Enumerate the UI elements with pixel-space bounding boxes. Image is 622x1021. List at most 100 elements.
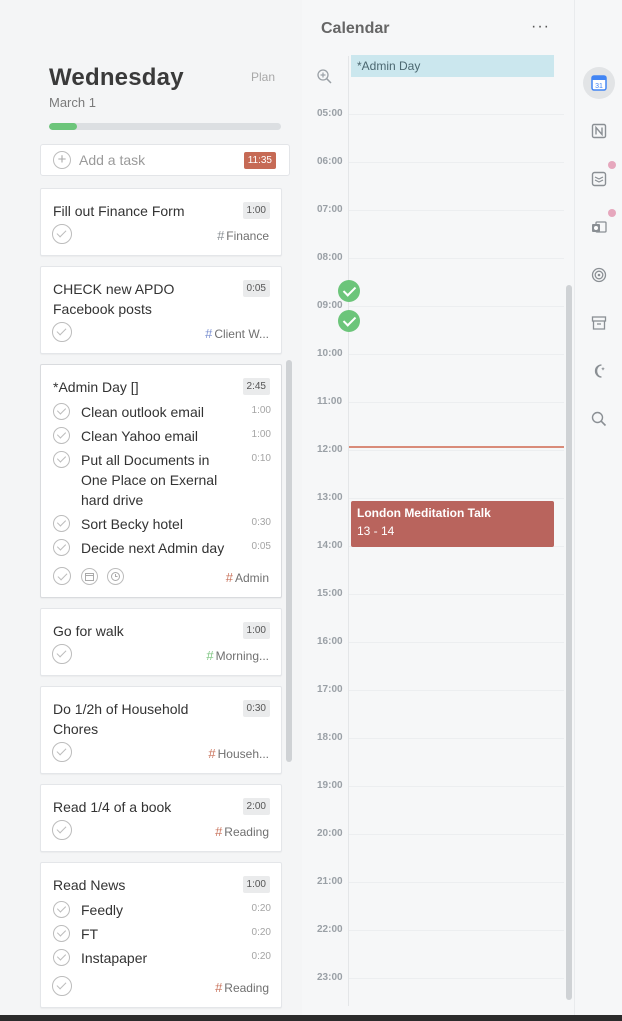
task-card-walk[interactable]: Go for walk 1:00 # Morning... — [40, 608, 282, 676]
add-task-placeholder: Add a task — [79, 152, 146, 168]
complete-check-icon[interactable] — [52, 322, 72, 342]
task-card-chores[interactable]: Do 1/2h of Household Chores 0:30 # Househ… — [40, 686, 282, 774]
task-card-admin-day[interactable]: *Admin Day [] 2:45 Clean outlook email 1… — [40, 364, 282, 598]
day-date: March 1 — [49, 95, 96, 110]
hour-label: 17:00 — [317, 684, 343, 695]
day-progress-fill — [49, 123, 77, 130]
task-tag[interactable]: # Reading — [215, 980, 269, 995]
subtask-duration: 0:20 — [251, 903, 271, 914]
complete-check-icon[interactable] — [52, 644, 72, 664]
hour-label: 20:00 — [317, 828, 343, 839]
hour-gridline — [349, 258, 564, 259]
calendar-event[interactable]: London Meditation Talk 13 - 14 — [351, 501, 554, 547]
hash-icon: # — [217, 228, 225, 243]
task-tag[interactable]: # Admin — [226, 570, 269, 585]
archive-icon[interactable] — [583, 307, 615, 339]
subtask-duration: 1:00 — [251, 405, 271, 416]
hour-label: 14:00 — [317, 540, 343, 551]
notification-dot — [608, 209, 616, 217]
current-time-indicator — [349, 446, 564, 448]
subtask-check-icon[interactable] — [53, 451, 70, 468]
event-time: 13 - 14 — [357, 524, 395, 538]
hour-label: 05:00 — [317, 108, 343, 119]
hour-label: 06:00 — [317, 156, 343, 167]
task-card-apdo[interactable]: CHECK new APDO Facebook posts 0:05 # Clie… — [40, 266, 282, 354]
hour-gridline — [349, 306, 564, 307]
notification-dot — [608, 161, 616, 169]
complete-check-icon[interactable] — [52, 976, 72, 996]
task-list-scrollbar[interactable] — [286, 360, 292, 762]
complete-check-icon[interactable] — [52, 742, 72, 762]
subtask-row[interactable]: Clean outlook email 1:00 — [53, 402, 271, 422]
subtask-row[interactable]: Put all Documents in One Place on Exerna… — [53, 450, 271, 510]
completed-task-marker[interactable] — [338, 280, 360, 302]
subtask-row[interactable]: Sort Becky hotel 0:30 — [53, 514, 271, 534]
task-tag[interactable]: # Reading — [215, 824, 269, 839]
subtask-row[interactable]: FT 0:20 — [53, 924, 271, 944]
subtask-duration: 0:05 — [251, 541, 271, 552]
task-duration: 0:30 — [242, 700, 270, 717]
all-day-event[interactable]: *Admin Day — [351, 55, 554, 77]
event-title: London Meditation Talk — [357, 506, 491, 520]
subtask-check-icon[interactable] — [53, 403, 70, 420]
subtask-label: Clean outlook email — [81, 404, 204, 420]
hour-label: 22:00 — [317, 924, 343, 935]
subtask-check-icon[interactable] — [53, 427, 70, 444]
task-duration: 2:00 — [242, 798, 270, 815]
subtask-label: Instapaper — [81, 950, 148, 966]
hour-label: 12:00 — [317, 444, 343, 455]
task-tag[interactable]: # Morning... — [206, 648, 269, 663]
calendar-gutter-line — [348, 56, 349, 1006]
subtask-check-icon[interactable] — [53, 925, 70, 942]
subtask-duration: 0:30 — [251, 517, 271, 528]
zoom-in-icon[interactable] — [317, 69, 332, 89]
subtask-row[interactable]: Feedly 0:20 — [53, 900, 271, 920]
subtask-check-icon[interactable] — [53, 539, 70, 556]
subtask-row[interactable]: Decide next Admin day 0:05 — [53, 538, 271, 558]
notion-icon[interactable] — [583, 115, 615, 147]
plus-icon: + — [53, 151, 71, 169]
bottom-window-edge — [0, 1015, 622, 1021]
subtask-duration: 0:10 — [251, 453, 271, 464]
task-title: Do 1/2h of Household Chores — [53, 701, 189, 737]
hash-icon: # — [215, 824, 223, 839]
hour-label: 18:00 — [317, 732, 343, 743]
subtask-row[interactable]: Clean Yahoo email 1:00 — [53, 426, 271, 446]
calendar-title: Calendar — [321, 20, 390, 37]
subtask-check-icon[interactable] — [53, 901, 70, 918]
subtask-row[interactable]: Instapaper 0:20 — [53, 948, 271, 968]
schedule-date-icon[interactable] — [81, 568, 98, 585]
day-title: Wednesday — [49, 64, 184, 91]
task-card-book[interactable]: Read 1/4 of a book 2:00 # Reading — [40, 784, 282, 852]
subtask-check-icon[interactable] — [53, 515, 70, 532]
completed-task-marker[interactable] — [338, 310, 360, 332]
google-calendar-icon[interactable]: 31 — [583, 67, 615, 99]
hour-gridline — [349, 450, 564, 451]
hash-icon: # — [208, 746, 216, 761]
hour-gridline — [349, 690, 564, 691]
task-title: Read 1/4 of a book — [53, 799, 172, 815]
subtask-duration: 1:00 — [251, 429, 271, 440]
hour-gridline — [349, 978, 564, 979]
task-tag[interactable]: # Finance — [217, 228, 269, 243]
task-tag[interactable]: # Client W... — [205, 326, 269, 341]
clock-icon[interactable] — [107, 568, 124, 585]
complete-check-icon[interactable] — [52, 224, 72, 244]
complete-check-icon[interactable] — [53, 567, 71, 585]
target-icon[interactable] — [583, 259, 615, 291]
hour-label: 19:00 — [317, 780, 343, 791]
more-options-icon[interactable]: ··· — [531, 18, 550, 36]
task-card-finance[interactable]: Fill out Finance Form 1:00 # Finance — [40, 188, 282, 256]
hour-label: 10:00 — [317, 348, 343, 359]
add-task-input[interactable]: + Add a task 11:35 — [40, 144, 290, 176]
search-icon[interactable] — [583, 403, 615, 435]
task-card-news[interactable]: Read News 1:00 Feedly 0:20 FT 0:20 Insta… — [40, 862, 282, 1008]
task-tag[interactable]: # Househ... — [208, 746, 269, 761]
night-mode-icon[interactable] — [583, 355, 615, 387]
calendar-scrollbar[interactable] — [566, 285, 572, 1000]
task-title: Read News — [53, 877, 126, 893]
complete-check-icon[interactable] — [52, 820, 72, 840]
subtask-check-icon[interactable] — [53, 949, 70, 966]
plan-button[interactable]: Plan — [251, 70, 275, 84]
hour-gridline — [349, 834, 564, 835]
